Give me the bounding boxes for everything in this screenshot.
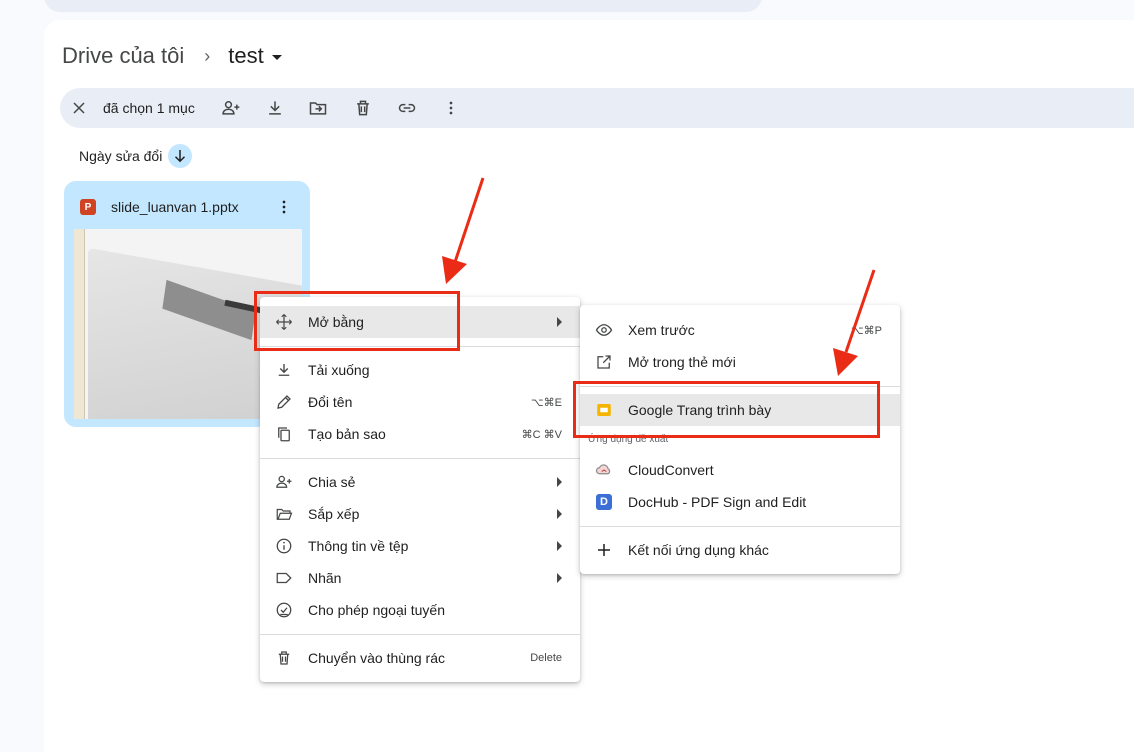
- breadcrumb-root[interactable]: Drive của tôi: [62, 43, 184, 69]
- dochub-icon: D: [594, 492, 614, 512]
- context-menu: Mở bằng Tải xuống Đổi tên ⌥⌘E Tạo bản sa…: [260, 297, 580, 682]
- dochub-badge: D: [596, 494, 612, 510]
- menu-divider: [580, 526, 900, 527]
- menu-label: Tạo bản sao: [308, 426, 386, 442]
- offline-check-icon: [274, 600, 294, 620]
- copy-icon: [274, 424, 294, 444]
- menu-item-trash[interactable]: Chuyển vào thùng rác Delete: [260, 642, 580, 674]
- copy-link-button[interactable]: [396, 97, 418, 119]
- menu-shortcut: ⌘C ⌘V: [521, 428, 562, 441]
- sort-label: Ngày sửa đổi: [79, 148, 163, 164]
- menu-item-organize[interactable]: Sắp xếp: [260, 498, 580, 530]
- file-more-button[interactable]: [274, 197, 294, 222]
- submenu-arrow-icon: [557, 509, 562, 519]
- menu-shortcut: ⌥⌘E: [530, 396, 562, 409]
- breadcrumb-current-label: test: [228, 43, 264, 68]
- menu-label: Sắp xếp: [308, 506, 360, 522]
- submenu-arrow-icon: [557, 573, 562, 583]
- menu-label: Chia sẻ: [308, 474, 356, 490]
- menu-item-download[interactable]: Tải xuống: [260, 354, 580, 386]
- open-with-submenu: Xem trước ⌥⌘P Mở trong thẻ mới Google Tr…: [580, 305, 900, 574]
- submenu-item-cloudconvert[interactable]: CloudConvert: [580, 454, 900, 486]
- menu-label: DocHub - PDF Sign and Edit: [628, 494, 807, 510]
- search-bar-edge: [44, 0, 762, 12]
- share-button[interactable]: [220, 97, 242, 119]
- annotation-highlight-open-with: [254, 291, 460, 351]
- sort-control[interactable]: Ngày sửa đổi: [79, 144, 193, 168]
- menu-label: Kết nối ứng dụng khác: [628, 542, 769, 558]
- caret-down-icon: [271, 55, 282, 60]
- menu-label: Thông tin về tệp: [308, 538, 409, 554]
- file-name: slide_luanvan 1.pptx: [111, 199, 239, 215]
- menu-divider: [260, 458, 580, 459]
- person-add-icon: [274, 472, 294, 492]
- menu-item-file-info[interactable]: Thông tin về tệp: [260, 530, 580, 562]
- close-selection-button[interactable]: [68, 97, 90, 119]
- menu-label: Tải xuống: [308, 362, 370, 378]
- menu-item-make-copy[interactable]: Tạo bản sao ⌘C ⌘V: [260, 418, 580, 450]
- powerpoint-file-icon: P: [80, 199, 96, 215]
- menu-item-share[interactable]: Chia sẻ: [260, 466, 580, 498]
- info-icon: [274, 536, 294, 556]
- trash-button[interactable]: [352, 97, 374, 119]
- label-icon: [274, 568, 294, 588]
- menu-label: Đổi tên: [308, 394, 353, 410]
- trash-icon: [274, 648, 294, 668]
- breadcrumb-current-folder[interactable]: test: [228, 43, 282, 69]
- submenu-item-preview[interactable]: Xem trước ⌥⌘P: [580, 314, 900, 346]
- eye-icon: [594, 320, 614, 340]
- menu-label: Cho phép ngoại tuyến: [308, 602, 445, 618]
- download-icon: [274, 360, 294, 380]
- menu-item-labels[interactable]: Nhãn: [260, 562, 580, 594]
- submenu-arrow-icon: [557, 541, 562, 551]
- menu-shortcut: ⌥⌘P: [850, 324, 882, 337]
- folder-open-icon: [274, 504, 294, 524]
- download-icon: [269, 101, 281, 115]
- open-in-new-icon: [594, 352, 614, 372]
- menu-item-offline[interactable]: Cho phép ngoại tuyến: [260, 594, 580, 626]
- breadcrumb-separator-icon: ›: [204, 45, 211, 66]
- person-add-icon: [222, 101, 240, 115]
- submenu-arrow-icon: [557, 477, 562, 487]
- cloudconvert-icon: [594, 460, 614, 480]
- more-actions-button[interactable]: [440, 97, 462, 119]
- download-button[interactable]: [264, 97, 286, 119]
- menu-label: Nhãn: [308, 570, 342, 586]
- menu-shortcut: Delete: [530, 652, 562, 664]
- menu-item-rename[interactable]: Đổi tên ⌥⌘E: [260, 386, 580, 418]
- arrow-down-icon: [175, 150, 186, 163]
- menu-divider: [260, 634, 580, 635]
- link-icon: [398, 103, 416, 113]
- selection-count: đã chọn 1 mục: [103, 100, 195, 116]
- sort-direction-button[interactable]: [168, 144, 193, 168]
- close-icon: [73, 102, 85, 114]
- more-vert-icon: [282, 200, 286, 214]
- trash-icon: [357, 100, 369, 116]
- breadcrumb: Drive của tôi › test: [62, 40, 282, 72]
- menu-label: Xem trước: [628, 322, 695, 338]
- submenu-item-dochub[interactable]: D DocHub - PDF Sign and Edit: [580, 486, 900, 518]
- file-card-header: P slide_luanvan 1.pptx: [80, 197, 302, 217]
- submenu-item-open-new-tab[interactable]: Mở trong thẻ mới: [580, 346, 900, 378]
- submenu-item-connect-more[interactable]: Kết nối ứng dụng khác: [580, 534, 900, 566]
- menu-label: Chuyển vào thùng rác: [308, 650, 445, 666]
- thumbnail-edge: [74, 229, 85, 419]
- submenu-arrow-icon: [557, 317, 562, 327]
- annotation-highlight-google-slides: [573, 381, 880, 438]
- move-to-folder-icon: [309, 102, 327, 115]
- move-button[interactable]: [307, 97, 329, 119]
- pencil-icon: [274, 392, 294, 412]
- menu-label: CloudConvert: [628, 462, 714, 478]
- selection-toolbar: đã chọn 1 mục: [60, 88, 1134, 128]
- more-vert-icon: [449, 101, 453, 115]
- menu-label: Mở trong thẻ mới: [628, 354, 736, 370]
- plus-icon: [594, 540, 614, 560]
